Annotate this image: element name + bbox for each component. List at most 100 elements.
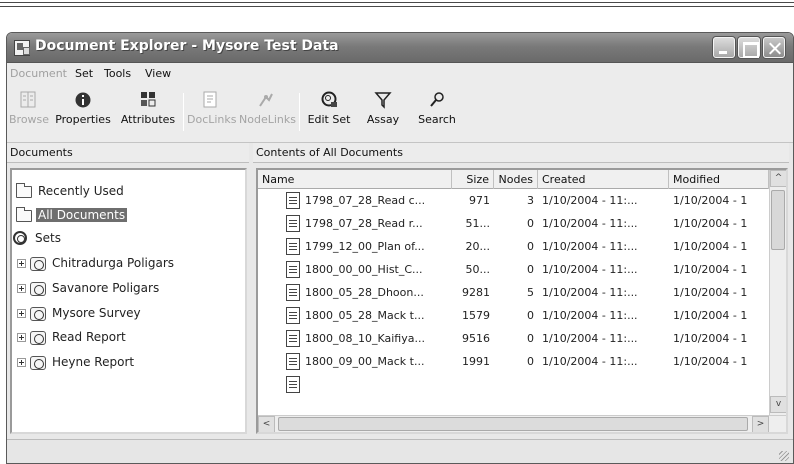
- attributes-button[interactable]: Attributes: [119, 91, 177, 135]
- column-header-created[interactable]: Created: [538, 170, 669, 189]
- page-rule-bottom: [0, 6, 794, 7]
- document-icon: [286, 353, 300, 370]
- toolbar-separator: [183, 93, 184, 131]
- scroll-thumb-horizontal[interactable]: [278, 417, 748, 431]
- toolbar: Browse Properties Attributes DocLinks No…: [7, 85, 793, 143]
- cell-modified: 1/10/2004 - 1: [673, 240, 748, 253]
- document-icon: [286, 261, 300, 278]
- scroll-thumb-vertical[interactable]: [771, 190, 785, 250]
- doclinks-label: DocLinks: [187, 113, 237, 126]
- close-button[interactable]: [763, 37, 785, 58]
- table-row[interactable]: 1800_09_00_Mack t... 1991 0 1/10/2004 - …: [258, 351, 769, 374]
- table-row[interactable]: 1799_12_00_Plan of... 20... 0 1/10/2004 …: [258, 236, 769, 259]
- document-explorer-window: Document Explorer - Mysore Test Data Doc…: [6, 32, 794, 464]
- menu-tools[interactable]: Tools: [104, 67, 131, 80]
- menu-view[interactable]: View: [145, 67, 171, 80]
- assay-label: Assay: [366, 113, 400, 126]
- edit-set-button[interactable]: Edit Set: [303, 91, 355, 135]
- horizontal-scrollbar[interactable]: < >: [258, 415, 786, 432]
- expand-icon[interactable]: [17, 358, 26, 367]
- expand-icon[interactable]: [17, 259, 26, 268]
- browse-icon: [18, 91, 38, 109]
- toolbar-separator: [299, 93, 300, 131]
- tree-item-label: All Documents: [36, 208, 128, 222]
- expand-icon[interactable]: [17, 309, 26, 318]
- menu-bar: Document Set Tools View: [7, 63, 793, 85]
- nodelinks-button[interactable]: NodeLinks: [239, 91, 296, 135]
- set-icon: [30, 356, 46, 370]
- status-bar: [7, 439, 793, 463]
- set-icon: [30, 307, 46, 321]
- browse-button[interactable]: Browse: [9, 91, 49, 135]
- cell-name: 1798_07_28_Read c...: [305, 194, 426, 207]
- table-row[interactable]: 1800_05_28_Mack t... 1579 0 1/10/2004 - …: [258, 305, 769, 328]
- window-title: Document Explorer - Mysore Test Data: [35, 38, 339, 54]
- scroll-up-button[interactable]: ^: [770, 170, 786, 187]
- cell-nodes: 0: [527, 263, 534, 276]
- tree-item-heyne-report[interactable]: Heyne Report: [12, 353, 242, 373]
- cell-nodes: 0: [527, 355, 534, 368]
- tree-item-recently-used[interactable]: Recently Used: [12, 182, 232, 202]
- resize-grip-icon[interactable]: [779, 451, 789, 461]
- column-header-size[interactable]: Size: [452, 170, 494, 189]
- column-header-name[interactable]: Name: [258, 170, 452, 189]
- tree-item-all-documents[interactable]: All Documents: [12, 206, 232, 226]
- expand-icon[interactable]: [17, 284, 26, 293]
- cell-nodes: 0: [527, 217, 534, 230]
- table-row[interactable]: 1800_08_10_Kaifiya... 9516 0 1/10/2004 -…: [258, 328, 769, 351]
- properties-label: Properties: [55, 113, 111, 126]
- set-icon: [30, 282, 46, 296]
- doclinks-button[interactable]: DocLinks: [187, 91, 237, 135]
- tree-item-chitradurga-poligars[interactable]: Chitradurga Poligars: [12, 254, 242, 274]
- table-row[interactable]: 1798_07_28_Read c... 971 3 1/10/2004 - 1…: [258, 190, 769, 213]
- folder-icon: [16, 183, 32, 198]
- column-header-modified[interactable]: Modified: [669, 170, 769, 189]
- table-row[interactable]: 1800_00_00_Hist_C... 50... 0 1/10/2004 -…: [258, 259, 769, 282]
- folder-icon: [16, 207, 32, 222]
- search-icon: [427, 91, 447, 109]
- cell-modified: 1/10/2004 - 1: [673, 263, 748, 276]
- contents-pane-header: Contents of All Documents: [253, 143, 789, 163]
- documents-list[interactable]: Name Size Nodes Created Modified 1798_07…: [256, 168, 788, 434]
- document-icon: [286, 215, 300, 232]
- edit-set-label: Edit Set: [307, 113, 351, 126]
- cell-name: 1800_05_28_Mack t...: [305, 309, 425, 322]
- documents-tree[interactable]: Recently Used All Documents Sets Chitrad…: [10, 168, 247, 434]
- tree-item-mysore-survey[interactable]: Mysore Survey: [12, 304, 242, 324]
- column-header-nodes[interactable]: Nodes: [494, 170, 538, 189]
- cell-name: 1800_09_00_Mack t...: [305, 355, 425, 368]
- document-icon: [286, 376, 300, 393]
- search-button[interactable]: Search: [413, 91, 461, 135]
- cell-nodes: 0: [527, 332, 534, 345]
- cell-created: 1/10/2004 - 11:...: [542, 286, 638, 299]
- assay-button[interactable]: Assay: [361, 91, 405, 135]
- cell-created: 1/10/2004 - 11:...: [542, 263, 638, 276]
- expand-icon[interactable]: [17, 333, 26, 342]
- menu-document[interactable]: Document: [10, 67, 67, 80]
- cell-size: 9516: [462, 332, 490, 345]
- tree-item-read-report[interactable]: Read Report: [12, 328, 242, 348]
- tree-item-sets[interactable]: Sets: [12, 229, 232, 249]
- vertical-scrollbar[interactable]: ^ v: [769, 170, 786, 415]
- table-row-partial[interactable]: [258, 374, 769, 393]
- cell-modified: 1/10/2004 - 1: [673, 217, 748, 230]
- cell-name: 1800_05_28_Dhoon...: [305, 286, 424, 299]
- maximize-button[interactable]: [738, 37, 760, 58]
- table-row[interactable]: 1800_05_28_Dhoon... 9281 5 1/10/2004 - 1…: [258, 282, 769, 305]
- document-icon: [286, 192, 300, 209]
- cell-nodes: 3: [527, 194, 534, 207]
- properties-button[interactable]: Properties: [51, 91, 115, 135]
- cell-size: 971: [469, 194, 490, 207]
- scroll-right-button[interactable]: >: [752, 416, 769, 432]
- title-bar[interactable]: Document Explorer - Mysore Test Data: [7, 33, 793, 63]
- cell-created: 1/10/2004 - 11:...: [542, 217, 638, 230]
- cell-modified: 1/10/2004 - 1: [673, 355, 748, 368]
- edit-set-icon: [319, 91, 339, 109]
- minimize-button[interactable]: [713, 37, 735, 58]
- table-row[interactable]: 1798_07_28_Read r... 51... 0 1/10/2004 -…: [258, 213, 769, 236]
- tree-item-savanore-poligars[interactable]: Savanore Poligars: [12, 279, 242, 299]
- app-icon[interactable]: [14, 40, 30, 56]
- menu-set[interactable]: Set: [75, 67, 93, 80]
- scroll-left-button[interactable]: <: [258, 416, 275, 432]
- scroll-down-button[interactable]: v: [770, 396, 786, 413]
